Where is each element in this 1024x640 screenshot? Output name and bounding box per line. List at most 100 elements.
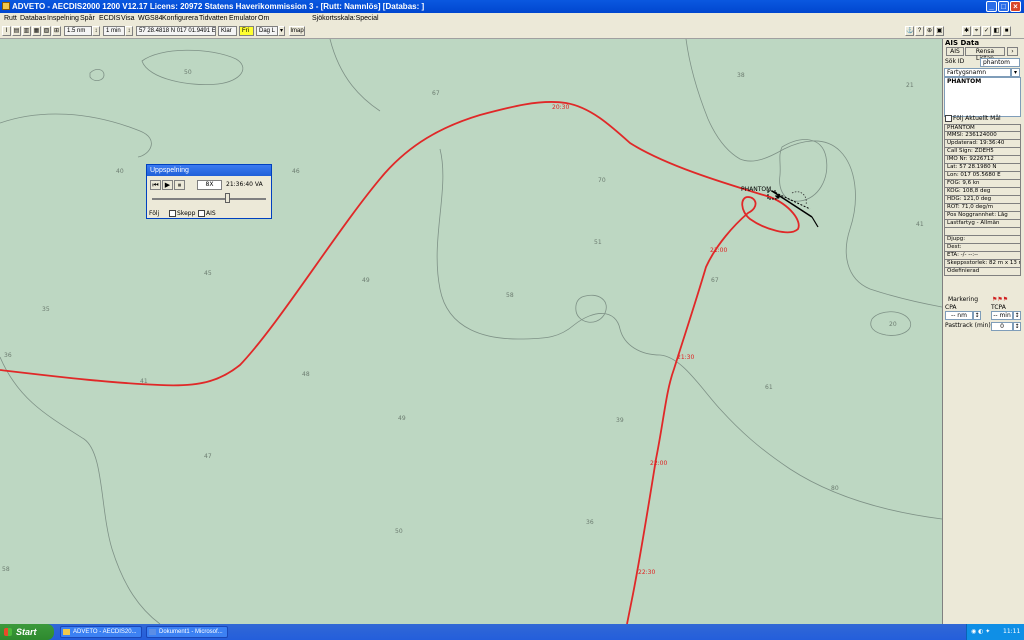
- menu-om[interactable]: Om: [258, 13, 269, 24]
- depth-value: 38: [737, 72, 745, 79]
- tool-right-5[interactable]: ✱: [962, 26, 971, 36]
- tool-right-7[interactable]: ✓: [982, 26, 991, 36]
- day-mode-dropdown[interactable]: ▾: [278, 26, 285, 36]
- cpa-input[interactable]: -- nm: [945, 311, 973, 320]
- depth-contour: [0, 356, 161, 624]
- follow-target-label: Följ Aktuellt Mål: [953, 115, 1001, 122]
- imap-button[interactable]: Imap: [289, 26, 305, 36]
- scale-spinner[interactable]: ↕: [92, 26, 100, 36]
- depth-value: 36: [586, 519, 594, 526]
- menu-spar[interactable]: Spår: [80, 13, 95, 24]
- windows-logo-icon: [4, 628, 12, 636]
- menu-rutt[interactable]: Rutt: [4, 13, 17, 24]
- depth-value: 21: [906, 82, 914, 89]
- maximize-button[interactable]: □: [998, 1, 1009, 12]
- mode-status: Klar: [218, 26, 237, 36]
- playback-title: Uppspelning: [147, 165, 271, 176]
- ais-tab[interactable]: AIS: [946, 47, 964, 56]
- pasttrack-spinner[interactable]: ↕: [1013, 322, 1021, 331]
- play-button[interactable]: ▶: [162, 180, 173, 190]
- playback-slider-track[interactable]: [152, 198, 266, 200]
- window-title: ADVETO - AECDIS2000 1200 V12.17 Licens: …: [12, 2, 425, 11]
- track-time-label: 21:30: [677, 354, 694, 361]
- depth-value: 49: [398, 415, 406, 422]
- nautical-chart[interactable]: 50 67 38 21 40 46 70 41 45 49 51 67 35 5…: [0, 39, 943, 624]
- chart-canvas[interactable]: 50 67 38 21 40 46 70 41 45 49 51 67 35 5…: [0, 39, 942, 624]
- tool-button-4[interactable]: ▦: [32, 26, 41, 36]
- speed-input[interactable]: 8X: [197, 180, 222, 190]
- start-button[interactable]: Start: [0, 624, 54, 640]
- vessel-label: PHANTOM: [741, 186, 771, 193]
- info-status: Odefinierad: [944, 268, 1021, 276]
- checkbox-icon: [198, 210, 205, 217]
- interval-select[interactable]: 1 min: [103, 26, 125, 36]
- tool-button-3[interactable]: ▥: [22, 26, 31, 36]
- ship-checkbox[interactable]: Skepp: [169, 210, 195, 218]
- playback-slider-thumb[interactable]: [225, 193, 230, 203]
- cursor-position: 57 28.4818 N 017 01.9491 E: [136, 26, 216, 36]
- tool-right-3[interactable]: ⊕: [925, 26, 934, 36]
- tool-button-2[interactable]: ▤: [12, 26, 21, 36]
- vessel-list[interactable]: PHANTOM: [944, 77, 1021, 117]
- vessel-list-item[interactable]: PHANTOM: [947, 78, 1020, 85]
- marking-icons[interactable]: ⚑⚑⚑: [992, 296, 1008, 304]
- playback-dialog: Uppspelning ⏮ ▶ ⏸ 8X 21:36:40 VA Följ Sk…: [146, 164, 272, 219]
- tcpa-input[interactable]: -- min: [991, 311, 1013, 320]
- depth-contour: [329, 39, 381, 112]
- pause-button[interactable]: ⏸: [174, 180, 185, 190]
- depth-contour: [779, 139, 828, 202]
- tool-right-8[interactable]: ◧: [992, 26, 1001, 36]
- info-eta: ETA: -/- --:--: [944, 252, 1021, 260]
- chart-scale-status: Sjökortsskala:Special: [312, 15, 379, 22]
- menu-tidvatten[interactable]: Tidvatten: [199, 13, 228, 24]
- menu-emulator[interactable]: Emulator: [229, 13, 257, 24]
- scale-select[interactable]: 1.5 nm: [64, 26, 92, 36]
- search-id-input[interactable]: phantom: [980, 58, 1020, 67]
- taskbar-item-adveto[interactable]: ADVETO - AECDIS20...: [60, 626, 142, 638]
- info-updated: Updaterad: 19:36:40: [944, 140, 1021, 148]
- menu-wgs84[interactable]: WGS84: [138, 13, 163, 24]
- depth-contour: [0, 113, 152, 158]
- tray-icons[interactable]: ◉ ◐ ✦: [971, 624, 990, 640]
- menu-databas[interactable]: Databas: [20, 13, 46, 24]
- menu-konfigurera[interactable]: Konfigurera: [162, 13, 198, 24]
- menu-bar: Rutt Databas Inspelning Spår ECDIS Visa …: [0, 13, 1024, 24]
- tcpa-spinner[interactable]: ↕: [1013, 311, 1021, 320]
- menu-ecdis[interactable]: ECDIS: [99, 13, 120, 24]
- taskbar-item-word[interactable]: Dokument1 - Microsof...: [146, 626, 228, 638]
- follow-target-checkbox[interactable]: Följ Aktuellt Mål: [945, 115, 1001, 123]
- menu-visa[interactable]: Visa: [121, 13, 135, 24]
- interval-spinner[interactable]: ↕: [125, 26, 133, 36]
- tool-right-9[interactable]: ■: [1002, 26, 1011, 36]
- track-time-label: 22:00: [650, 460, 667, 467]
- depth-value: 49: [362, 277, 370, 284]
- close-button[interactable]: ×: [1010, 1, 1021, 12]
- menu-inspelning[interactable]: Inspelning: [47, 13, 79, 24]
- pasttrack-input[interactable]: 0: [991, 322, 1013, 331]
- ais-checkbox[interactable]: AIS: [198, 210, 216, 218]
- pasttrack-label: Pasttrack (min): [945, 322, 991, 329]
- category-select[interactable]: Fartygsnamn: [944, 68, 1011, 77]
- tool-button-5[interactable]: ▧: [42, 26, 51, 36]
- next-arrow-button[interactable]: ›: [1007, 47, 1018, 56]
- info-type: Lastfartyg - Allmän: [944, 220, 1021, 228]
- info-imo: IMO Nr: 9226712: [944, 156, 1021, 164]
- tool-right-2[interactable]: ?: [915, 26, 924, 36]
- clear-list-button[interactable]: Rensa Listan: [965, 47, 1005, 62]
- info-size: Skeppsstorlek: 82 m x 13 m: [944, 260, 1021, 268]
- depth-value: 35: [42, 306, 50, 313]
- tool-button-1[interactable]: I: [2, 26, 11, 36]
- tool-right-1[interactable]: ⚓: [905, 26, 914, 36]
- category-dropdown-icon[interactable]: ▾: [1011, 68, 1020, 77]
- rewind-button[interactable]: ⏮: [150, 180, 161, 190]
- fri-button[interactable]: Fri: [239, 26, 254, 36]
- tool-right-4[interactable]: ▣: [935, 26, 944, 36]
- day-mode-select[interactable]: Dag L: [256, 26, 278, 36]
- cpa-spinner[interactable]: ↕: [973, 311, 981, 320]
- minimize-button[interactable]: _: [986, 1, 997, 12]
- tool-right-6[interactable]: ⌖: [972, 26, 981, 36]
- info-destination: Dest:: [944, 244, 1021, 252]
- toolbar: I ▤ ▥ ▦ ▧ ⊞ 1.5 nm ↕ 1 min ↕ 57 28.4818 …: [0, 24, 1024, 39]
- vessel-symbol[interactable]: [767, 190, 819, 228]
- tool-button-6[interactable]: ⊞: [52, 26, 61, 36]
